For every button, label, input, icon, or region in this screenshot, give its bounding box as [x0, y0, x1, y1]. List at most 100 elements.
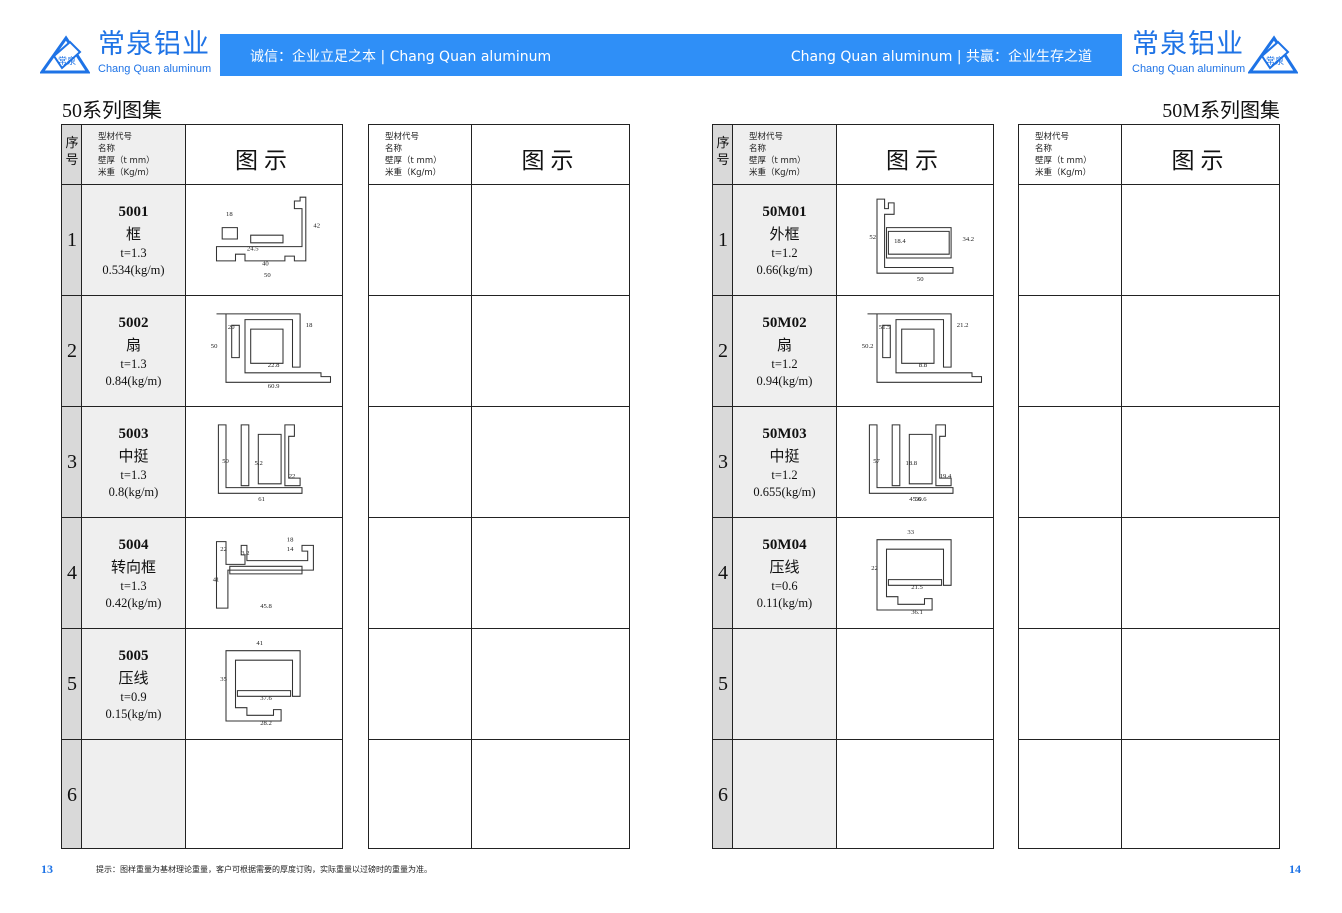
brand-name-en: Chang Quan aluminum — [98, 63, 212, 75]
row-seq: 6 — [718, 784, 728, 806]
glazing-bead-profile-icon: 41 35 37.6 28.2 — [188, 631, 340, 735]
meta-header: 型材代号 名称 壁厚（t mm） 米重（Kg/m） — [1035, 132, 1092, 178]
profile-name: 扇 — [776, 336, 792, 354]
figure-header: 图示 — [1171, 148, 1230, 174]
row-seq: 5 — [718, 673, 728, 695]
brand-name-en: Chang Quan aluminum — [1132, 63, 1246, 75]
banner-right-text: Chang Quan aluminum | 共赢：企业生存之道 — [790, 49, 1092, 65]
banner-left-text: 诚信：企业立足之本 | Chang Quan aluminum — [250, 49, 552, 65]
dimension-label: 8.8 — [919, 362, 928, 369]
table-row — [369, 296, 629, 407]
figure-header: 图示 — [521, 148, 580, 174]
profile-info: 50M03 中挺 t=1.2 0.655(kg/m) — [733, 423, 836, 501]
dimension-label: 19.4 — [940, 473, 952, 480]
table-row: 1 5001 框 t=1.3 0.534(kg/m) 18 42 24.5 40 50 — [62, 185, 342, 296]
profile-thickness: t=0.6 — [771, 579, 798, 593]
profile-thickness: t=1.2 — [771, 357, 798, 371]
dimension-label: 18.8 — [906, 460, 918, 467]
outer-frame-profile-icon: 52 18.4 34.2 50 — [839, 187, 991, 291]
profile-info: 5005 压线 t=0.9 0.15(kg/m) — [82, 645, 185, 723]
corner-frame-profile-icon: 22 3.2 18 14 41 45.8 — [188, 520, 340, 624]
table-header: 序号 型材代号 名称 壁厚（t mm） 米重（Kg/m） 图示 — [62, 125, 342, 185]
row-seq: 1 — [67, 229, 77, 251]
dimension-label: 22 — [871, 565, 878, 572]
profile-name: 压线 — [769, 558, 800, 576]
row-seq: 2 — [67, 340, 77, 362]
table-row: 6 — [62, 740, 342, 851]
dimension-label: 5.2 — [255, 460, 263, 467]
profile-thickness: t=0.9 — [120, 690, 147, 704]
table-row: 2 50M02 扇 t=1.2 0.94(kg/m) 51.5 21.2 50.2 8.8 — [713, 296, 993, 407]
dimension-label: 50 — [264, 272, 271, 279]
table-row — [1019, 629, 1279, 740]
table-row — [1019, 185, 1279, 296]
profile-name: 中挺 — [118, 447, 149, 465]
dimension-label: 36.1 — [911, 609, 923, 616]
dimension-label: 41 — [213, 577, 220, 584]
profile-info: 50M02 扇 t=1.2 0.94(kg/m) — [733, 312, 836, 390]
table-row — [1019, 518, 1279, 629]
frame-profile-icon: 18 42 24.5 40 50 — [188, 187, 340, 291]
sash-profile-icon: 20 18 50 22.8 60.9 — [188, 298, 340, 402]
dimension-label: 40 — [262, 261, 269, 268]
profile-code: 50M03 — [762, 426, 807, 442]
footer-note: 提示：图样重量为基材理论重量，客户可根据需要的厚度订购，实际重量以过磅时的重量为… — [96, 865, 432, 874]
profile-name: 压线 — [118, 669, 149, 687]
dimension-label: 18.4 — [894, 238, 906, 245]
table-row — [369, 407, 629, 518]
profile-weight: 0.84(kg/m) — [105, 374, 162, 388]
profile-outline — [876, 198, 954, 274]
brand-mark-icon: 常泉 — [40, 35, 90, 74]
profile-code: 5002 — [118, 315, 149, 331]
dimension-label: 50 — [917, 276, 924, 283]
profile-thickness: t=1.3 — [120, 468, 147, 482]
table-header: 序号 型材代号 名称 壁厚（t mm） 米重（Kg/m） 图示 — [713, 125, 993, 185]
dimension-label: 50.6 — [915, 496, 927, 503]
profile-code: 50M02 — [762, 315, 807, 331]
row-seq: 6 — [67, 784, 77, 806]
profile-info: 50M01 外框 t=1.2 0.66(kg/m) — [733, 201, 836, 279]
dimension-label: 21.2 — [957, 322, 969, 329]
dimension-label: 60.9 — [268, 383, 280, 390]
table-row: 2 5002 扇 t=1.3 0.84(kg/m) 20 18 50 22.8 60.9 — [62, 296, 342, 407]
profile-weight: 0.15(kg/m) — [105, 707, 162, 721]
dimension-label: 50 — [222, 458, 229, 465]
profile-table-50m-main: 序号 型材代号 名称 壁厚（t mm） 米重（Kg/m） 图示 1 50M01 外框 t=1… — [712, 124, 994, 849]
row-seq: 5 — [67, 673, 77, 695]
dimension-label: 50 — [211, 343, 218, 350]
series-title-left: 50系列图集 — [62, 100, 162, 122]
page-number-left: 13 — [41, 862, 53, 876]
profile-code: 50M01 — [762, 204, 807, 220]
dimension-label: 20 — [228, 324, 235, 331]
meta-header: 型材代号 名称 壁厚（t mm） 米重（Kg/m） — [749, 132, 806, 178]
dimension-label: 57 — [873, 458, 880, 465]
table-row: 6 — [713, 740, 993, 851]
dimension-label: 24.5 — [247, 245, 259, 252]
dimension-label: 50.2 — [862, 343, 874, 350]
profile-weight: 0.11(kg/m) — [756, 596, 813, 610]
profile-weight: 0.42(kg/m) — [105, 596, 162, 610]
table-row — [1019, 296, 1279, 407]
mullion-profile-icon: 50 5.2 22 61 — [188, 409, 340, 513]
brand-logo-right: 常泉铝业 Chang Quan aluminum 常泉 — [1132, 28, 1302, 80]
table-row — [369, 740, 629, 851]
brand-logo-left: 常泉 常泉铝业 Chang Quan aluminum — [40, 28, 240, 80]
dimension-label: 61 — [258, 496, 265, 503]
table-row: 4 50M04 压线 t=0.6 0.11(kg/m) 33 22 21.5 36.1 — [713, 518, 993, 629]
row-seq: 2 — [718, 340, 728, 362]
profile-weight: 0.66(kg/m) — [756, 263, 813, 277]
profile-name: 框 — [125, 225, 141, 243]
table-header: 型材代号 名称 壁厚（t mm） 米重（Kg/m） 图示 — [369, 125, 629, 185]
brand-mark-icon: 常泉 — [1248, 35, 1298, 74]
table-row — [1019, 407, 1279, 518]
profile-code: 5005 — [118, 648, 149, 664]
profile-info: 50M04 压线 t=0.6 0.11(kg/m) — [733, 534, 836, 612]
profile-outline — [876, 539, 952, 611]
profile-outline — [215, 196, 307, 262]
sash-profile-icon: 51.5 21.2 50.2 8.8 — [839, 298, 991, 402]
profile-info: 5003 中挺 t=1.3 0.8(kg/m) — [82, 423, 185, 501]
brand-mark-text: 常泉 — [58, 55, 76, 66]
table-row — [369, 185, 629, 296]
table-row: 5 5005 压线 t=0.9 0.15(kg/m) 41 35 37.6 28.2 — [62, 629, 342, 740]
brand-name-cn: 常泉铝业 — [98, 29, 210, 60]
